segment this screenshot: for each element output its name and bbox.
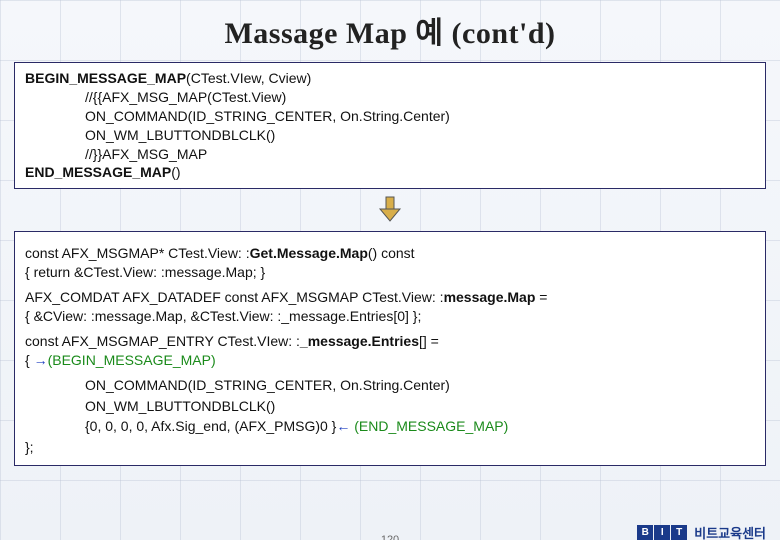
var-messageentries: _message.Entries (300, 333, 419, 349)
code-text: const AFX_MSGMAP_ENTRY CTest.VIew: : (25, 333, 300, 349)
footer-logo-area: B I T 비트교육센터 (637, 523, 766, 540)
var-messagemap: message.Map (444, 289, 536, 305)
code-line: //}}AFX_MSG_MAP (25, 145, 755, 164)
logo-letter: T (671, 525, 687, 540)
code-line: ON_WM_LBUTTONDBLCLK() (25, 397, 755, 416)
slide-page: Massage Map 예 (cont'd) BEGIN_MESSAGE_MAP… (0, 8, 780, 540)
code-line: ON_COMMAND(ID_STRING_CENTER, On.String.C… (25, 376, 755, 395)
arrow-left-icon: ← (336, 418, 350, 434)
code-text: { (25, 352, 34, 368)
arrow-right-icon: → (34, 352, 48, 368)
macro-begin: BEGIN_MESSAGE_MAP (25, 70, 186, 86)
bit-logo-icon: B I T (637, 525, 688, 540)
code-text: (CTest.VIew, Cview) (186, 70, 311, 86)
code-text: = (535, 289, 547, 305)
arrow-down-wrap (0, 195, 780, 225)
func-getmessagemap: Get.Message.Map (250, 245, 368, 261)
code-text: {0, 0, 0, 0, Afx.Sig_end, (AFX_PMSG)0 } (25, 417, 336, 436)
code-text: ON_COMMAND(ID_STRING_CENTER, On.String.C… (25, 107, 450, 126)
code-text: //{{AFX_MSG_MAP(CTest.View) (25, 88, 286, 107)
annotation-begin: (BEGIN_MESSAGE_MAP) (48, 352, 216, 368)
code-text: const AFX_MSGMAP* CTest.View: : (25, 245, 250, 261)
code-line: BEGIN_MESSAGE_MAP(CTest.VIew, Cview) (25, 69, 755, 88)
code-text: ON_WM_LBUTTONDBLCLK() (25, 397, 275, 416)
code-paragraph: const AFX_MSGMAP_ENTRY CTest.VIew: :_mes… (25, 332, 755, 370)
page-title: Massage Map 예 (cont'd) (0, 8, 780, 52)
code-line: END_MESSAGE_MAP() (25, 163, 755, 182)
code-text: [] = (419, 333, 439, 349)
code-paragraph: AFX_COMDAT AFX_DATADEF const AFX_MSGMAP … (25, 288, 755, 326)
code-line: ON_WM_LBUTTONDBLCLK() (25, 126, 755, 145)
logo-letter: B (637, 525, 653, 540)
code-text: () const (368, 245, 415, 261)
logo-letter: I (654, 525, 670, 540)
code-text: { return &CTest.View: :message.Map; } (25, 264, 265, 280)
code-text: }; (25, 439, 34, 455)
code-line: ON_COMMAND(ID_STRING_CENTER, On.String.C… (25, 107, 755, 126)
code-text: { &CView: :message.Map, &CTest.View: :_m… (25, 308, 421, 324)
code-line: {0, 0, 0, 0, Afx.Sig_end, (AFX_PMSG)0 } … (25, 417, 755, 436)
code-text: ON_COMMAND(ID_STRING_CENTER, On.String.C… (25, 376, 450, 395)
code-box-expanded: const AFX_MSGMAP* CTest.View: :Get.Messa… (14, 231, 766, 466)
code-text: AFX_COMDAT AFX_DATADEF const AFX_MSGMAP … (25, 289, 444, 305)
code-line: }; (25, 438, 755, 457)
annotation-end: (END_MESSAGE_MAP) (350, 418, 508, 434)
code-text: //}}AFX_MSG_MAP (25, 145, 207, 164)
code-text: () (171, 164, 180, 180)
code-line: //{{AFX_MSG_MAP(CTest.View) (25, 88, 755, 107)
footer-text: 비트교육센터 (694, 523, 766, 540)
arrow-down-icon (372, 195, 408, 225)
code-paragraph: const AFX_MSGMAP* CTest.View: :Get.Messa… (25, 244, 755, 282)
macro-end: END_MESSAGE_MAP (25, 164, 171, 180)
code-text: ON_WM_LBUTTONDBLCLK() (25, 126, 275, 145)
page-number: 120 (381, 534, 399, 540)
code-box-source: BEGIN_MESSAGE_MAP(CTest.VIew, Cview) //{… (14, 62, 766, 189)
